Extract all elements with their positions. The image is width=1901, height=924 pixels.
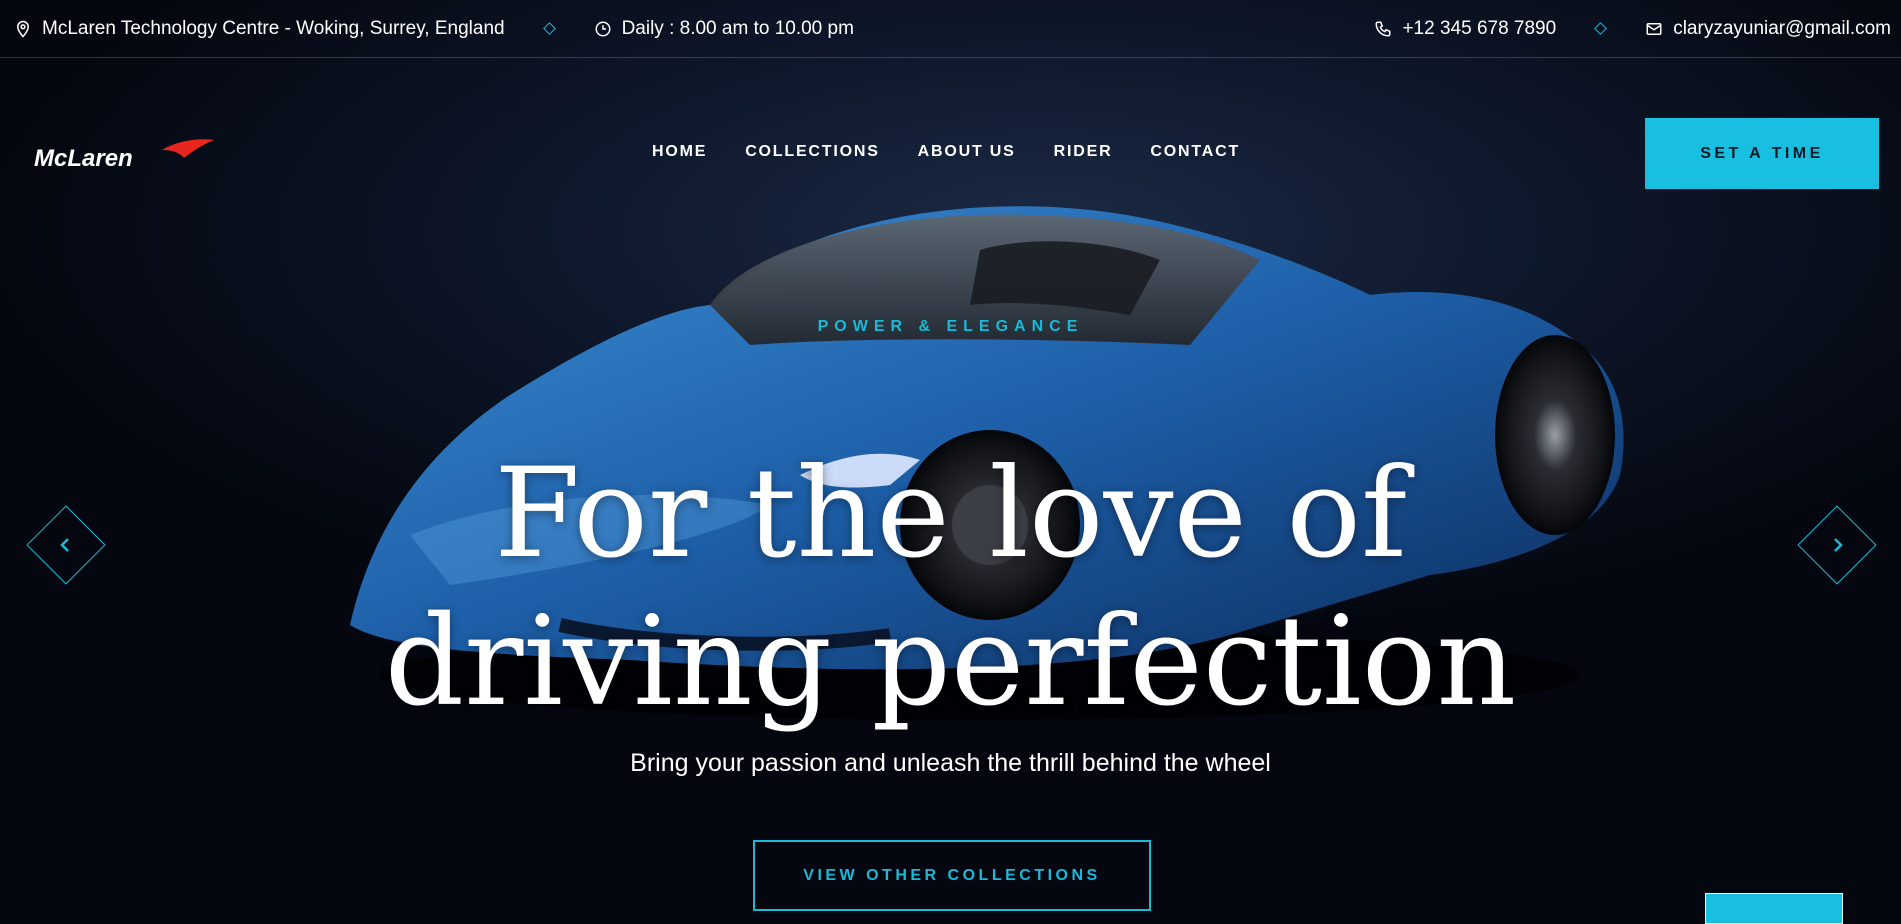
top-info-left: McLaren Technology Centre - Woking, Surr… [14, 18, 854, 40]
nav-item-contact[interactable]: CONTACT [1150, 143, 1240, 161]
hours-text: Daily : 8.00 am to 10.00 pm [621, 17, 854, 39]
chevron-left-icon [60, 538, 69, 552]
top-info-bar: McLaren Technology Centre - Woking, Surr… [0, 0, 1901, 58]
svg-text:McLaren: McLaren [34, 145, 133, 170]
floating-widget-tab[interactable] [1705, 893, 1843, 924]
view-other-collections-button[interactable]: VIEW OTHER COLLECTIONS [753, 840, 1151, 911]
top-info-right: +12 345 678 7890 claryzayuniar@gmail.com [1374, 18, 1891, 40]
hours-item: Daily : 8.00 am to 10.00 pm [594, 18, 854, 40]
email-text[interactable]: claryzayuniar@gmail.com [1673, 18, 1891, 40]
separator-diamond-icon [542, 22, 556, 35]
mclaren-logo-icon: McLaren [34, 139, 214, 172]
email-item[interactable]: claryzayuniar@gmail.com [1645, 18, 1891, 40]
hero-section: McLaren Technology Centre - Woking, Surr… [0, 0, 1901, 924]
nav-item-collections[interactable]: COLLECTIONS [745, 143, 879, 161]
nav-item-home[interactable]: HOME [652, 143, 707, 161]
chevron-right-icon [1834, 538, 1843, 552]
address-item: McLaren Technology Centre - Woking, Surr… [14, 18, 505, 40]
hero-headline: For the love of driving perfection [0, 440, 1901, 736]
clock-icon [595, 21, 611, 36]
map-pin-icon [16, 20, 30, 38]
phone-item[interactable]: +12 345 678 7890 [1374, 18, 1556, 40]
phone-text[interactable]: +12 345 678 7890 [1402, 18, 1556, 40]
hero-headline-line1: For the love of [494, 442, 1407, 586]
hero-headline-line2: driving perfection [384, 590, 1517, 734]
hero-eyebrow: POWER & ELEGANCE [817, 318, 1084, 335]
mail-icon [1646, 22, 1662, 35]
separator-diamond-icon [1594, 22, 1608, 35]
address-text: McLaren Technology Centre - Woking, Surr… [42, 17, 505, 39]
nav-item-rider[interactable]: RIDER [1054, 143, 1113, 161]
set-a-time-button[interactable]: SET A TIME [1645, 118, 1879, 189]
hero-subtitle: Bring your passion and unleash the thril… [630, 749, 1271, 777]
phone-icon [1375, 21, 1391, 37]
nav-item-about-us[interactable]: ABOUT US [918, 143, 1016, 161]
brand-logo[interactable]: McLaren [34, 138, 216, 175]
main-nav: HOME COLLECTIONS ABOUT US RIDER CONTACT [652, 143, 1240, 161]
